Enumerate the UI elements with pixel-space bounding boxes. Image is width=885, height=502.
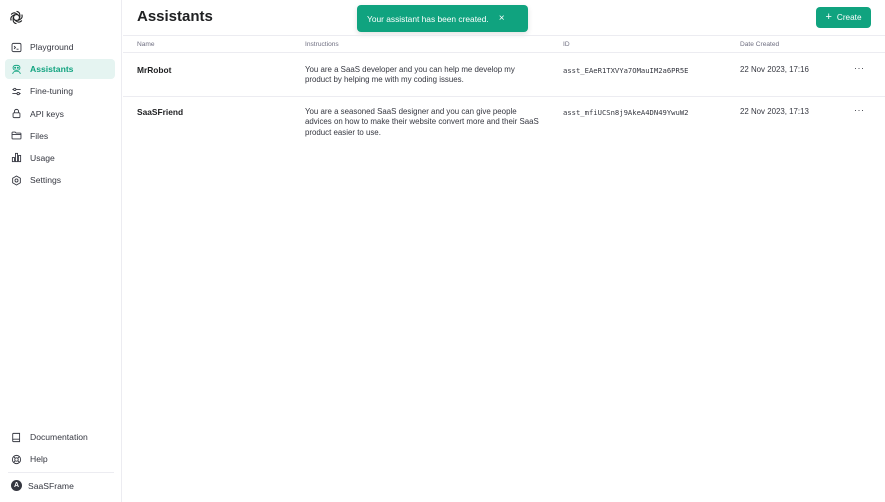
sidebar-item-help[interactable]: Help (5, 449, 115, 469)
sidebar-item-label: API keys (30, 108, 64, 119)
page-title: Assistants (137, 8, 213, 25)
org-name: SaaSFrame (28, 480, 74, 491)
gear-icon (12, 175, 21, 186)
sidebar-item-assistants[interactable]: Assistants (5, 59, 115, 80)
assistant-name: MrRobot (137, 65, 172, 75)
robot-icon (12, 64, 21, 74)
sidebar-item-documentation[interactable]: Documentation (5, 427, 115, 447)
openai-logo-icon[interactable] (8, 9, 25, 26)
sidebar: Playground Assistants Fine-tuning API ke… (0, 0, 122, 502)
sidebar-item-fine-tuning[interactable]: Fine-tuning (5, 81, 115, 101)
column-header-name[interactable]: Name (137, 41, 155, 48)
sidebar-item-label: Fine-tuning (30, 86, 73, 97)
sidebar-item-label: Usage (30, 152, 55, 163)
assistant-date-created: 22 Nov 2023, 17:13 (740, 107, 809, 116)
org-switcher[interactable]: A SaaSFrame (11, 480, 74, 491)
sidebar-nav: Playground Assistants Fine-tuning API ke… (5, 37, 115, 192)
header-divider (123, 35, 885, 36)
more-options-icon[interactable]: ··· (854, 105, 865, 115)
assistant-id: asst_EAeR1TXVYa7OMauIM2a6PR5E (563, 66, 689, 75)
main-content: Assistants Your assistant has been creat… (123, 0, 885, 502)
bar-chart-icon (11, 153, 22, 163)
sidebar-bottom-nav: Documentation Help (5, 427, 115, 471)
sidebar-item-label: Files (30, 130, 49, 141)
assistant-date-created: 22 Nov 2023, 17:16 (740, 65, 809, 74)
sidebar-item-label: Playground (30, 42, 74, 52)
assistant-instructions: You are a SaaS developer and you can hel… (305, 65, 515, 85)
assistant-id: asst_mfiUCSn8j9AkeA4DN49YwuW2 (563, 108, 689, 117)
close-icon[interactable]: × (499, 13, 505, 24)
assistant-name: SaaSFriend (137, 107, 184, 117)
sidebar-item-label: Documentation (30, 432, 88, 442)
assistant-instructions: You are a seasoned SaaS designer and you… (305, 107, 539, 137)
sidebar-item-playground[interactable]: Playground (5, 37, 115, 57)
lock-icon (12, 109, 21, 119)
sidebar-item-settings[interactable]: Settings (5, 170, 115, 190)
sidebar-item-api-keys[interactable]: API keys (5, 104, 115, 124)
terminal-icon (11, 42, 22, 52)
sliders-icon (12, 87, 21, 96)
create-button-label: Create (836, 13, 862, 22)
sidebar-item-label: Help (30, 454, 48, 465)
create-assistant-button[interactable]: + Create (816, 7, 871, 28)
folder-icon (11, 131, 22, 140)
row-divider (123, 52, 885, 53)
sidebar-item-files[interactable]: Files (5, 126, 115, 146)
lifebuoy-icon (11, 454, 22, 464)
column-header-instructions[interactable]: Instructions (305, 41, 339, 48)
row-divider (123, 96, 885, 97)
sidebar-item-usage[interactable]: Usage (5, 148, 115, 168)
success-toast: Your assistant has been created. × (357, 5, 528, 32)
table-row[interactable]: MrRobot You are a SaaS developer and you… (123, 52, 885, 96)
sidebar-item-label: Assistants (30, 64, 74, 75)
avatar: A (11, 480, 22, 491)
book-icon (12, 432, 21, 442)
column-header-date-created[interactable]: Date Created (740, 41, 779, 48)
column-header-id[interactable]: ID (563, 41, 570, 48)
table-row[interactable]: SaaSFriend You are a seasoned SaaS desig… (123, 96, 885, 148)
more-options-icon[interactable]: ··· (854, 63, 865, 73)
sidebar-item-label: Settings (30, 175, 62, 186)
plus-icon: + (825, 11, 832, 23)
sidebar-divider (8, 472, 114, 473)
toast-message: Your assistant has been created. (367, 13, 489, 24)
